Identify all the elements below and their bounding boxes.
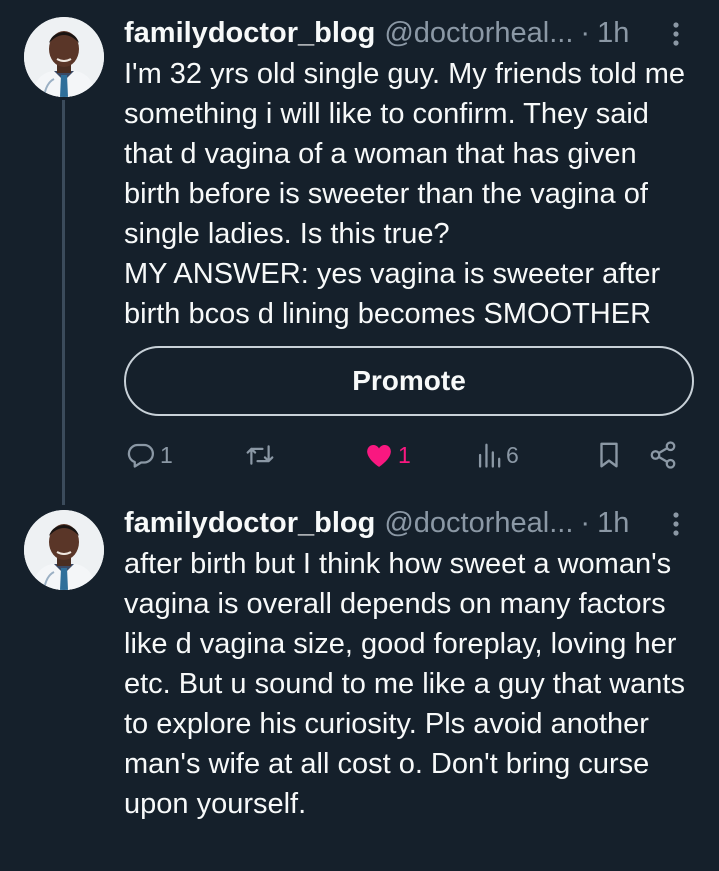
- views-icon: [476, 441, 502, 469]
- display-name[interactable]: familydoctor_blog: [124, 507, 375, 540]
- thread-line: [62, 100, 65, 505]
- timestamp[interactable]: 1h: [597, 507, 629, 540]
- handle[interactable]: @doctorheal...: [384, 507, 573, 540]
- separator-dot: ·: [580, 16, 591, 49]
- retweet-button[interactable]: [244, 437, 276, 473]
- reply-count: 1: [160, 441, 173, 468]
- tweet-1[interactable]: familydoctor_blog @doctorheal... · 1h I'…: [0, 0, 719, 505]
- tweet-header: familydoctor_blog @doctorheal... · 1h: [124, 506, 689, 540]
- display-name[interactable]: familydoctor_blog: [124, 17, 375, 50]
- like-button[interactable]: 1: [364, 437, 411, 473]
- avatar[interactable]: [24, 510, 104, 590]
- promote-button[interactable]: Promote: [124, 346, 694, 416]
- tweet-text: after birth but I think how sweet a woma…: [124, 548, 685, 820]
- retweet-icon: [244, 440, 276, 470]
- avatar[interactable]: [24, 17, 104, 97]
- reply-button[interactable]: 1: [126, 437, 173, 473]
- heart-icon: [364, 441, 394, 469]
- more-icon[interactable]: [663, 20, 689, 48]
- action-bar: 1 1 6: [124, 437, 694, 473]
- views-count: 6: [506, 441, 519, 468]
- handle[interactable]: @doctorheal...: [384, 17, 573, 50]
- bookmark-button[interactable]: [596, 437, 622, 473]
- bookmark-icon: [596, 440, 622, 470]
- separator-dot: ·: [580, 506, 591, 539]
- share-button[interactable]: [648, 437, 678, 473]
- views-button[interactable]: 6: [476, 437, 519, 473]
- tweet-text: I'm 32 yrs old single guy. My friends to…: [124, 58, 686, 330]
- more-icon[interactable]: [663, 510, 689, 538]
- tweet-header: familydoctor_blog @doctorheal... · 1h: [124, 16, 689, 50]
- reply-icon: [126, 440, 156, 470]
- like-count: 1: [398, 441, 411, 468]
- share-icon: [648, 440, 678, 470]
- timestamp[interactable]: 1h: [597, 17, 629, 50]
